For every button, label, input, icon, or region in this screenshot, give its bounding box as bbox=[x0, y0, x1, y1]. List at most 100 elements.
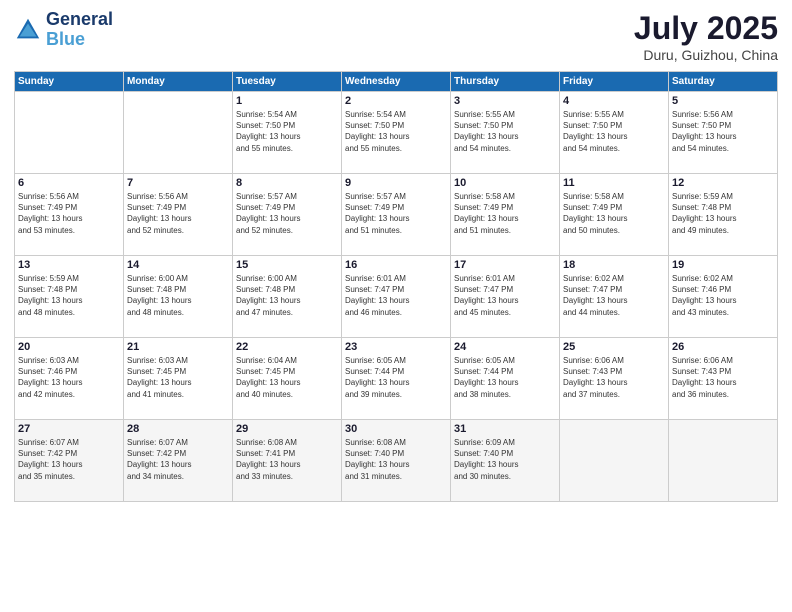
table-row: 17 Sunrise: 6:01 AM Sunset: 7:47 PM Dayli… bbox=[451, 256, 560, 338]
day-number: 11 bbox=[563, 177, 665, 189]
table-row: 9 Sunrise: 5:57 AM Sunset: 7:49 PM Daylig… bbox=[342, 174, 451, 256]
col-monday: Monday bbox=[124, 72, 233, 92]
table-row: 27Sunrise: 6:07 AM Sunset: 7:42 PM Dayli… bbox=[15, 420, 124, 502]
day-number: 23 bbox=[345, 341, 447, 353]
table-row: 30 Sunrise: 6:08 AM Sunset: 7:40 PM Dayli… bbox=[342, 420, 451, 502]
day-number: 20 bbox=[18, 341, 120, 353]
table-row: 18 Sunrise: 6:02 AM Sunset: 7:47 PM Dayli… bbox=[560, 256, 669, 338]
day-number: 25 bbox=[563, 341, 665, 353]
day-detail: Sunrise: 6:02 AM Sunset: 7:47 PM Dayligh… bbox=[563, 273, 665, 318]
day-detail: Sunrise: 5:58 AM Sunset: 7:49 PM Dayligh… bbox=[454, 191, 556, 236]
day-number: 24 bbox=[454, 341, 556, 353]
table-row: 11 Sunrise: 5:58 AM Sunset: 7:49 PM Dayli… bbox=[560, 174, 669, 256]
day-number: 17 bbox=[454, 259, 556, 271]
table-row bbox=[560, 420, 669, 502]
table-row: 6Sunrise: 5:56 AM Sunset: 7:49 PM Daylig… bbox=[15, 174, 124, 256]
day-number: 31 bbox=[454, 423, 556, 435]
day-detail: Sunrise: 6:01 AM Sunset: 7:47 PM Dayligh… bbox=[345, 273, 447, 318]
calendar-week-row: 13Sunrise: 5:59 AM Sunset: 7:48 PM Dayli… bbox=[15, 256, 778, 338]
table-row: 7 Sunrise: 5:56 AM Sunset: 7:49 PM Daylig… bbox=[124, 174, 233, 256]
col-friday: Friday bbox=[560, 72, 669, 92]
day-number: 19 bbox=[672, 259, 774, 271]
day-detail: Sunrise: 5:56 AM Sunset: 7:49 PM Dayligh… bbox=[127, 191, 229, 236]
day-number: 12 bbox=[672, 177, 774, 189]
day-detail: Sunrise: 6:03 AM Sunset: 7:46 PM Dayligh… bbox=[18, 355, 120, 400]
day-detail: Sunrise: 6:07 AM Sunset: 7:42 PM Dayligh… bbox=[127, 437, 229, 482]
day-detail: Sunrise: 5:58 AM Sunset: 7:49 PM Dayligh… bbox=[563, 191, 665, 236]
table-row: 22 Sunrise: 6:04 AM Sunset: 7:45 PM Dayli… bbox=[233, 338, 342, 420]
table-row: 14Sunrise: 6:00 AM Sunset: 7:48 PM Dayli… bbox=[124, 256, 233, 338]
day-detail: Sunrise: 5:56 AM Sunset: 7:50 PM Dayligh… bbox=[672, 109, 774, 154]
calendar-week-row: 20 Sunrise: 6:03 AM Sunset: 7:46 PM Dayli… bbox=[15, 338, 778, 420]
day-number: 7 bbox=[127, 177, 229, 189]
calendar-week-row: 27Sunrise: 6:07 AM Sunset: 7:42 PM Dayli… bbox=[15, 420, 778, 502]
day-detail: Sunrise: 6:07 AM Sunset: 7:42 PM Dayligh… bbox=[18, 437, 120, 482]
calendar-header-row: Sunday Monday Tuesday Wednesday Thursday… bbox=[15, 72, 778, 92]
day-detail: Sunrise: 6:05 AM Sunset: 7:44 PM Dayligh… bbox=[454, 355, 556, 400]
day-detail: Sunrise: 6:02 AM Sunset: 7:46 PM Dayligh… bbox=[672, 273, 774, 318]
day-number: 30 bbox=[345, 423, 447, 435]
day-number: 26 bbox=[672, 341, 774, 353]
day-detail: Sunrise: 5:56 AM Sunset: 7:49 PM Dayligh… bbox=[18, 191, 120, 236]
day-detail: Sunrise: 6:08 AM Sunset: 7:41 PM Dayligh… bbox=[236, 437, 338, 482]
day-detail: Sunrise: 6:05 AM Sunset: 7:44 PM Dayligh… bbox=[345, 355, 447, 400]
table-row: 10 Sunrise: 5:58 AM Sunset: 7:49 PM Dayli… bbox=[451, 174, 560, 256]
day-number: 10 bbox=[454, 177, 556, 189]
day-detail: Sunrise: 6:06 AM Sunset: 7:43 PM Dayligh… bbox=[563, 355, 665, 400]
month-year: July 2025 bbox=[634, 10, 778, 47]
day-detail: Sunrise: 5:54 AM Sunset: 7:50 PM Dayligh… bbox=[345, 109, 447, 154]
table-row: 25 Sunrise: 6:06 AM Sunset: 7:43 PM Dayli… bbox=[560, 338, 669, 420]
page: General Blue July 2025 Duru, Guizhou, Ch… bbox=[0, 0, 792, 612]
day-number: 3 bbox=[454, 95, 556, 107]
table-row: 13Sunrise: 5:59 AM Sunset: 7:48 PM Dayli… bbox=[15, 256, 124, 338]
table-row bbox=[669, 420, 778, 502]
table-row: 5 Sunrise: 5:56 AM Sunset: 7:50 PM Daylig… bbox=[669, 92, 778, 174]
table-row: 12 Sunrise: 5:59 AM Sunset: 7:48 PM Dayli… bbox=[669, 174, 778, 256]
table-row: 26 Sunrise: 6:06 AM Sunset: 7:43 PM Dayli… bbox=[669, 338, 778, 420]
day-number: 5 bbox=[672, 95, 774, 107]
day-detail: Sunrise: 6:00 AM Sunset: 7:48 PM Dayligh… bbox=[236, 273, 338, 318]
col-saturday: Saturday bbox=[669, 72, 778, 92]
day-detail: Sunrise: 6:01 AM Sunset: 7:47 PM Dayligh… bbox=[454, 273, 556, 318]
table-row: 1Sunrise: 5:54 AM Sunset: 7:50 PM Daylig… bbox=[233, 92, 342, 174]
day-detail: Sunrise: 6:06 AM Sunset: 7:43 PM Dayligh… bbox=[672, 355, 774, 400]
day-number: 13 bbox=[18, 259, 120, 271]
logo: General Blue bbox=[14, 10, 113, 50]
day-number: 4 bbox=[563, 95, 665, 107]
title-block: July 2025 Duru, Guizhou, China bbox=[634, 10, 778, 63]
table-row: 21 Sunrise: 6:03 AM Sunset: 7:45 PM Dayli… bbox=[124, 338, 233, 420]
table-row: 31 Sunrise: 6:09 AM Sunset: 7:40 PM Dayli… bbox=[451, 420, 560, 502]
table-row: 3Sunrise: 5:55 AM Sunset: 7:50 PM Daylig… bbox=[451, 92, 560, 174]
table-row: 15 Sunrise: 6:00 AM Sunset: 7:48 PM Dayli… bbox=[233, 256, 342, 338]
table-row: 20 Sunrise: 6:03 AM Sunset: 7:46 PM Dayli… bbox=[15, 338, 124, 420]
day-number: 29 bbox=[236, 423, 338, 435]
table-row bbox=[124, 92, 233, 174]
day-detail: Sunrise: 6:03 AM Sunset: 7:45 PM Dayligh… bbox=[127, 355, 229, 400]
day-number: 14 bbox=[127, 259, 229, 271]
day-number: 9 bbox=[345, 177, 447, 189]
day-detail: Sunrise: 6:04 AM Sunset: 7:45 PM Dayligh… bbox=[236, 355, 338, 400]
day-detail: Sunrise: 6:09 AM Sunset: 7:40 PM Dayligh… bbox=[454, 437, 556, 482]
table-row: 4 Sunrise: 5:55 AM Sunset: 7:50 PM Daylig… bbox=[560, 92, 669, 174]
header: General Blue July 2025 Duru, Guizhou, Ch… bbox=[14, 10, 778, 63]
table-row: 24 Sunrise: 6:05 AM Sunset: 7:44 PM Dayli… bbox=[451, 338, 560, 420]
day-number: 16 bbox=[345, 259, 447, 271]
day-detail: Sunrise: 5:54 AM Sunset: 7:50 PM Dayligh… bbox=[236, 109, 338, 154]
table-row: 2Sunrise: 5:54 AM Sunset: 7:50 PM Daylig… bbox=[342, 92, 451, 174]
day-number: 22 bbox=[236, 341, 338, 353]
day-detail: Sunrise: 5:57 AM Sunset: 7:49 PM Dayligh… bbox=[345, 191, 447, 236]
table-row: 8Sunrise: 5:57 AM Sunset: 7:49 PM Daylig… bbox=[233, 174, 342, 256]
logo-text: General Blue bbox=[46, 10, 113, 50]
day-number: 21 bbox=[127, 341, 229, 353]
day-number: 18 bbox=[563, 259, 665, 271]
day-number: 15 bbox=[236, 259, 338, 271]
day-detail: Sunrise: 5:59 AM Sunset: 7:48 PM Dayligh… bbox=[672, 191, 774, 236]
table-row: 19 Sunrise: 6:02 AM Sunset: 7:46 PM Dayli… bbox=[669, 256, 778, 338]
day-detail: Sunrise: 5:55 AM Sunset: 7:50 PM Dayligh… bbox=[563, 109, 665, 154]
day-detail: Sunrise: 6:08 AM Sunset: 7:40 PM Dayligh… bbox=[345, 437, 447, 482]
calendar-week-row: 6Sunrise: 5:56 AM Sunset: 7:49 PM Daylig… bbox=[15, 174, 778, 256]
table-row: 23 Sunrise: 6:05 AM Sunset: 7:44 PM Dayli… bbox=[342, 338, 451, 420]
logo-icon bbox=[14, 16, 42, 44]
table-row: 29 Sunrise: 6:08 AM Sunset: 7:41 PM Dayli… bbox=[233, 420, 342, 502]
table-row bbox=[15, 92, 124, 174]
